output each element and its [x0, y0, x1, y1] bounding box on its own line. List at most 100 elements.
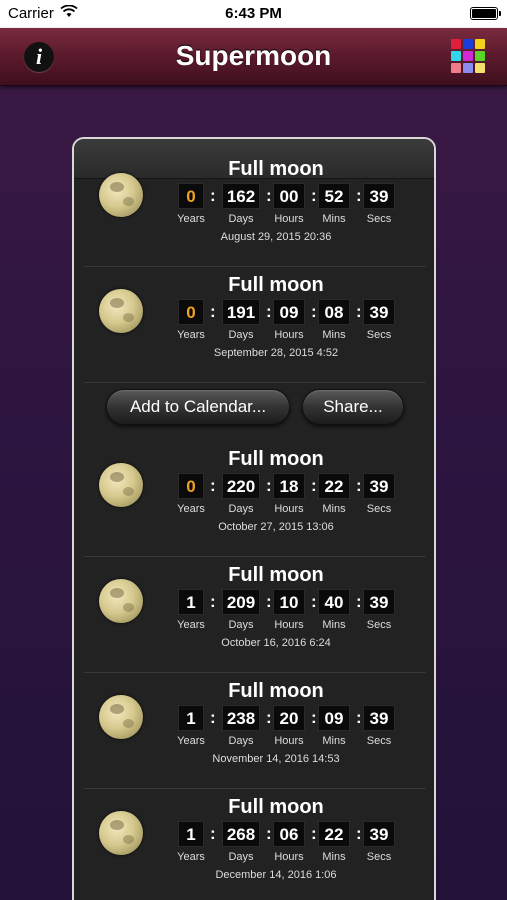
unit-label-secs: Secs [366, 329, 392, 341]
unit-label-secs: Secs [366, 851, 392, 863]
moon-list-panel: Full moon 0 Years 162 Days 00 Hours 52 Mins 39 Sec… [72, 137, 436, 900]
countdown-secs: 39 [363, 821, 395, 847]
countdown-years: 1 [178, 589, 204, 615]
countdown-separator: : [356, 708, 362, 727]
countdown-separator: : [210, 186, 216, 205]
countdown-years: 0 [178, 183, 204, 209]
unit-label-years: Years [177, 619, 205, 631]
countdown-separator: : [266, 476, 272, 495]
countdown-mins: 52 [318, 183, 350, 209]
unit-label-mins: Mins [322, 213, 346, 225]
event-date: October 16, 2016 6:24 [221, 637, 331, 649]
event-date: November 14, 2016 14:53 [212, 753, 340, 765]
unit-label-mins: Mins [322, 503, 346, 515]
unit-label-days: Days [228, 329, 254, 341]
unit-label-secs: Secs [366, 735, 392, 747]
countdown-hours: 06 [273, 821, 305, 847]
countdown-secs: 39 [363, 589, 395, 615]
navigation-bar: i Supermoon [0, 28, 507, 86]
countdown-separator: : [311, 476, 317, 495]
add-to-calendar-button[interactable]: Add to Calendar... [106, 389, 290, 425]
color-grid-icon[interactable] [451, 39, 487, 75]
countdown-separator: : [210, 302, 216, 321]
countdown-hours: 18 [273, 473, 305, 499]
event-date: December 14, 2016 1:06 [215, 869, 337, 881]
unit-label-years: Years [177, 213, 205, 225]
countdown-hours: 09 [273, 299, 305, 325]
countdown-separator: : [210, 592, 216, 611]
countdown-days: 209 [222, 589, 260, 615]
event-title: Full moon [228, 158, 324, 180]
unit-label-hours: Hours [274, 503, 304, 515]
moon-icon [99, 173, 143, 217]
moon-event-row[interactable]: Full moon 0 Years 191 Days 09 Hours 08 Mins 39 Sec… [84, 267, 426, 383]
countdown-days: 220 [222, 473, 260, 499]
unit-label-years: Years [177, 735, 205, 747]
countdown-separator: : [311, 302, 317, 321]
countdown-separator: : [356, 476, 362, 495]
share-button[interactable]: Share... [302, 389, 404, 425]
unit-label-secs: Secs [366, 503, 392, 515]
countdown-days: 162 [222, 183, 260, 209]
countdown-separator: : [311, 186, 317, 205]
countdown-separator: : [210, 708, 216, 727]
countdown-separator: : [210, 824, 216, 843]
unit-label-days: Days [228, 619, 254, 631]
moon-event-row[interactable]: Full moon 1 Years 268 Days 06 Hours 22 Mins 39 Sec… [84, 789, 426, 900]
countdown-years: 0 [178, 473, 204, 499]
event-date: September 28, 2015 4:52 [213, 347, 339, 359]
moon-event-row[interactable]: Full moon 1 Years 209 Days 10 Hours 40 Mins 39 Sec… [84, 557, 426, 673]
countdown-mins: 09 [318, 705, 350, 731]
unit-label-hours: Hours [274, 851, 304, 863]
unit-label-mins: Mins [322, 851, 346, 863]
moon-icon [99, 811, 143, 855]
moon-icon [99, 695, 143, 739]
countdown-hours: 20 [273, 705, 305, 731]
countdown-years: 1 [178, 821, 204, 847]
countdown-years: 0 [178, 299, 204, 325]
unit-label-years: Years [177, 329, 205, 341]
countdown-separator: : [356, 302, 362, 321]
battery-icon [470, 7, 501, 20]
event-title: Full moon [228, 564, 324, 586]
unit-label-years: Years [177, 851, 205, 863]
countdown-mins: 08 [318, 299, 350, 325]
countdown-secs: 39 [363, 705, 395, 731]
unit-label-hours: Hours [274, 213, 304, 225]
unit-label-hours: Hours [274, 619, 304, 631]
unit-label-secs: Secs [366, 213, 392, 225]
moon-icon [99, 289, 143, 333]
unit-label-days: Days [228, 735, 254, 747]
unit-label-years: Years [177, 503, 205, 515]
unit-label-days: Days [228, 503, 254, 515]
moon-event-row[interactable]: Full moon 0 Years 162 Days 00 Hours 52 Mins 39 Sec… [84, 151, 426, 267]
unit-label-hours: Hours [274, 329, 304, 341]
unit-label-hours: Hours [274, 735, 304, 747]
moon-icon [99, 463, 143, 507]
unit-label-days: Days [228, 213, 254, 225]
countdown-hours: 10 [273, 589, 305, 615]
countdown-separator: : [266, 592, 272, 611]
countdown-secs: 39 [363, 299, 395, 325]
countdown-mins: 40 [318, 589, 350, 615]
countdown-hours: 00 [273, 183, 305, 209]
countdown-days: 268 [222, 821, 260, 847]
event-title: Full moon [228, 448, 324, 470]
countdown-separator: : [356, 186, 362, 205]
unit-label-mins: Mins [322, 329, 346, 341]
countdown-separator: : [311, 708, 317, 727]
moon-event-row[interactable]: Full moon 1 Years 238 Days 20 Hours 09 Mins 39 Sec… [84, 673, 426, 789]
countdown-separator: : [266, 302, 272, 321]
countdown-separator: : [311, 592, 317, 611]
page-title: Supermoon [175, 40, 332, 71]
unit-label-mins: Mins [322, 735, 346, 747]
countdown-separator: : [356, 592, 362, 611]
countdown-separator: : [210, 476, 216, 495]
event-title: Full moon [228, 274, 324, 296]
countdown-years: 1 [178, 705, 204, 731]
countdown-secs: 39 [363, 183, 395, 209]
clock-label: 6:43 PM [225, 5, 282, 22]
moon-event-row[interactable]: Full moon 0 Years 220 Days 18 Hours 22 Mins 39 Sec… [84, 441, 426, 557]
countdown-mins: 22 [318, 473, 350, 499]
moon-icon [99, 579, 143, 623]
